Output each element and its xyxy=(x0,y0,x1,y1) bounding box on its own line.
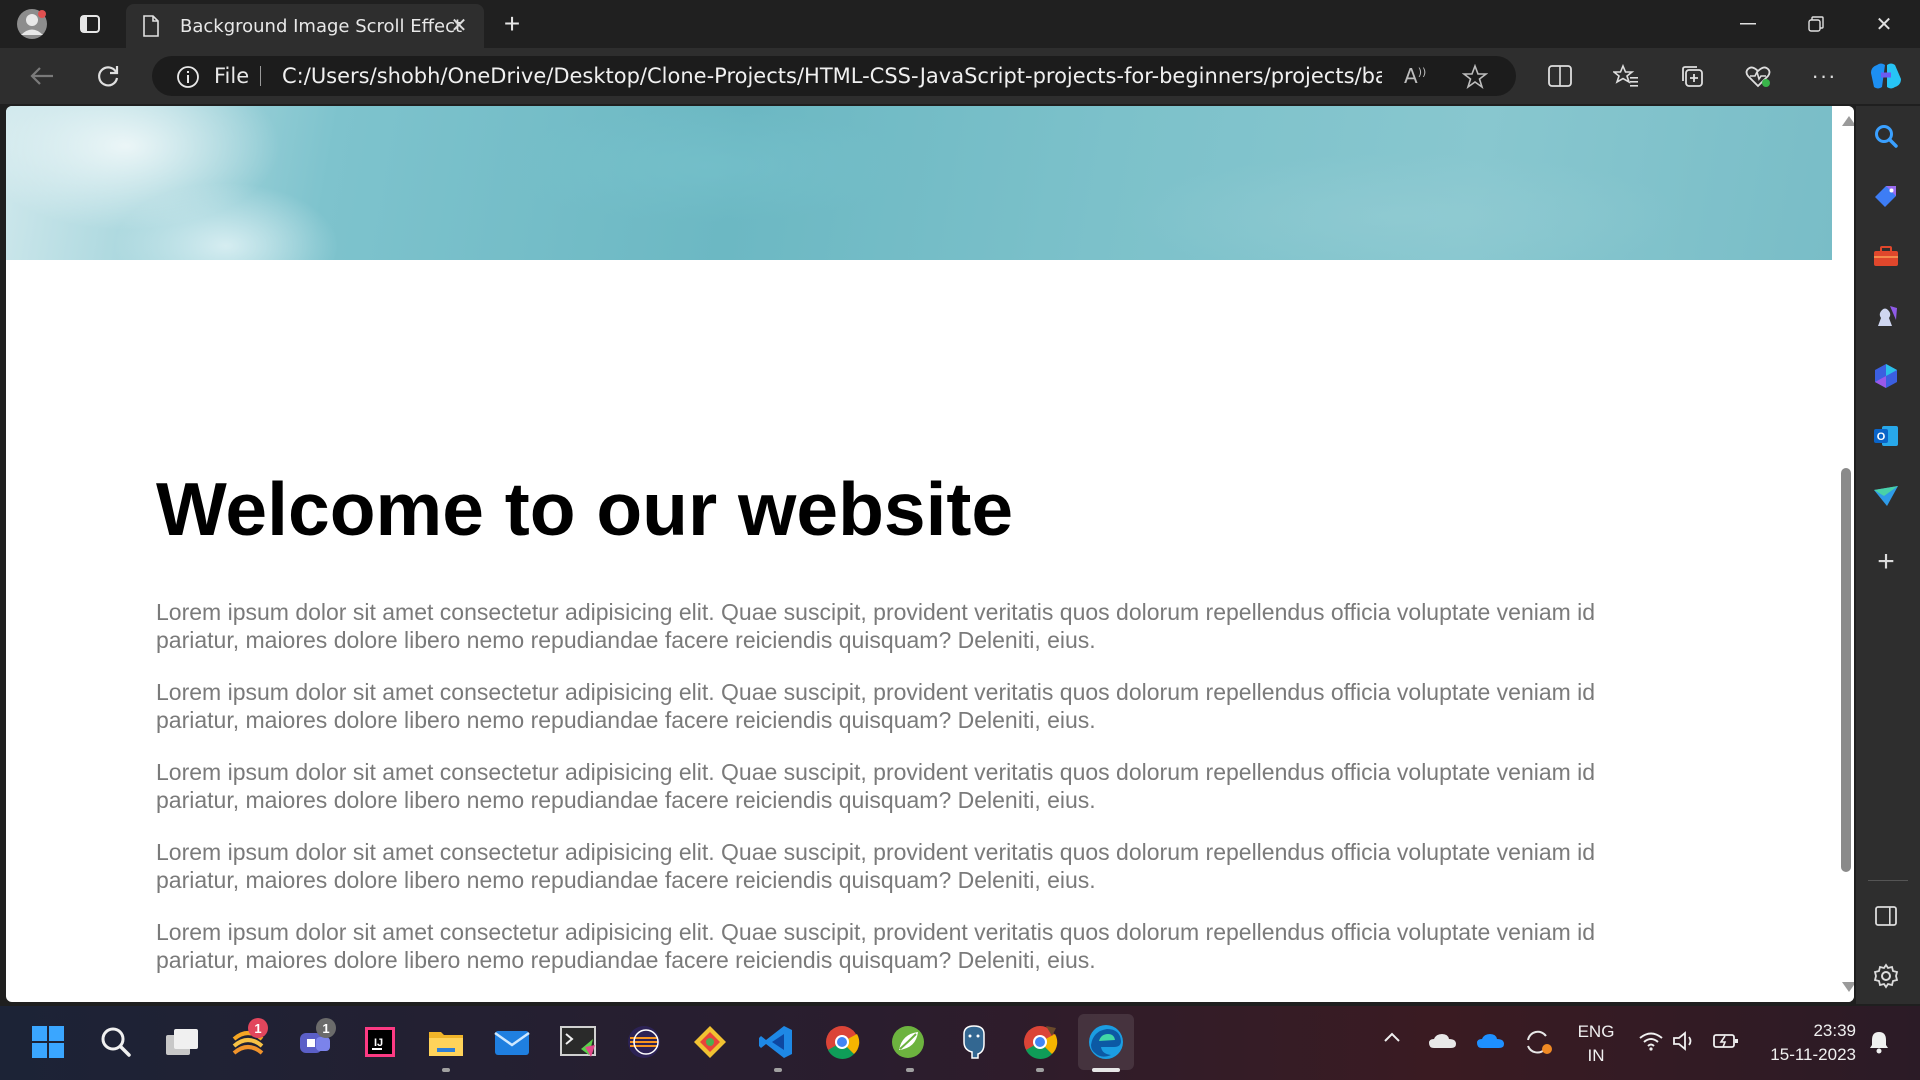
search-icon[interactable] xyxy=(1866,116,1906,156)
spring-tools-icon[interactable] xyxy=(886,1020,930,1064)
wamp-badge: 1 xyxy=(248,1018,268,1038)
language-indicator-line2[interactable]: IN xyxy=(1576,1046,1616,1066)
new-tab-icon[interactable]: + xyxy=(494,6,530,42)
browser-essentials-icon[interactable] xyxy=(1738,56,1778,96)
back-icon[interactable] xyxy=(22,58,62,94)
address-bar[interactable]: File C:/Users/shobh/OneDrive/Desktop/Clo… xyxy=(152,56,1516,96)
edge-icon[interactable] xyxy=(1078,1014,1134,1070)
address-separator xyxy=(260,66,261,86)
paragraph-4: Lorem ipsum dolor sit amet consectetur a… xyxy=(156,839,1596,893)
wifi-icon[interactable] xyxy=(1638,1030,1664,1057)
scroll-down-arrow-icon[interactable] xyxy=(1842,982,1854,992)
paragraph-3: Lorem ipsum dolor sit amet consectetur a… xyxy=(156,759,1596,813)
read-aloud-icon[interactable]: A)) xyxy=(1404,64,1426,88)
task-view-icon[interactable] xyxy=(160,1020,204,1064)
clock-date[interactable]: 15-11-2023 xyxy=(1756,1045,1856,1065)
minimize-icon[interactable] xyxy=(1714,0,1782,48)
more-menu-icon[interactable]: ··· xyxy=(1804,56,1844,96)
favorite-star-icon[interactable] xyxy=(1461,63,1489,95)
hero-background-image xyxy=(6,106,1832,260)
outlook-icon[interactable]: O xyxy=(1866,416,1906,456)
browser-toolbar: File C:/Users/shobh/OneDrive/Desktop/Clo… xyxy=(0,48,1920,104)
toolbox-icon[interactable] xyxy=(1866,236,1906,276)
copilot-sidebar-icon[interactable] xyxy=(1866,356,1906,396)
taskbar-search-icon[interactable] xyxy=(94,1020,138,1064)
file-explorer-running-indicator xyxy=(442,1068,450,1072)
document-icon xyxy=(142,15,160,42)
teams-badge: 1 xyxy=(316,1018,336,1038)
refresh-icon[interactable] xyxy=(88,58,128,94)
svg-text:O: O xyxy=(1877,431,1886,443)
vscode-icon[interactable] xyxy=(754,1020,798,1064)
eclipse-icon[interactable] xyxy=(622,1020,666,1064)
address-url[interactable]: C:/Users/shobh/OneDrive/Desktop/Clone-Pr… xyxy=(282,64,1382,88)
show-hidden-icons-chevron-icon[interactable] xyxy=(1382,1030,1402,1049)
clock-time[interactable]: 23:39 xyxy=(1756,1021,1856,1041)
close-window-icon[interactable]: ✕ xyxy=(1850,0,1918,48)
chrome-canary-icon[interactable] xyxy=(1018,1020,1062,1064)
tab-close-icon[interactable]: ✕ xyxy=(446,12,472,38)
terminal-icon[interactable] xyxy=(556,1020,600,1064)
collections-icon[interactable] xyxy=(1672,56,1712,96)
windows-start-icon[interactable] xyxy=(26,1020,70,1064)
onedrive-business-icon[interactable] xyxy=(1476,1032,1506,1055)
tab-title: Background Image Scroll Effect xyxy=(180,16,463,37)
intellij-icon[interactable]: IJ xyxy=(358,1020,402,1064)
paragraph-1: Lorem ipsum dolor sit amet consectetur a… xyxy=(156,599,1596,653)
mail-icon[interactable] xyxy=(490,1020,534,1064)
favorites-icon[interactable] xyxy=(1606,56,1646,96)
info-icon[interactable] xyxy=(176,65,200,94)
file-explorer-icon[interactable] xyxy=(424,1020,468,1064)
vscode-running-indicator xyxy=(774,1068,782,1072)
scrollbar-thumb[interactable] xyxy=(1841,468,1851,872)
scroll-up-arrow-icon[interactable] xyxy=(1842,116,1854,126)
sidebar-divider xyxy=(1868,880,1908,881)
volume-icon[interactable] xyxy=(1672,1030,1698,1057)
copilot-icon[interactable] xyxy=(1866,56,1906,96)
add-icon[interactable]: + xyxy=(1866,542,1906,582)
browser-title-bar: Background Image Scroll Effect ✕ + ✕ xyxy=(0,0,1920,48)
git-icon[interactable] xyxy=(688,1020,732,1064)
svg-text:IJ: IJ xyxy=(374,1037,383,1049)
send-icon[interactable] xyxy=(1866,476,1906,516)
split-screen-icon[interactable] xyxy=(1540,56,1580,96)
address-scheme-label: File xyxy=(214,64,250,88)
screen: Background Image Scroll Effect ✕ + ✕ Fil… xyxy=(0,0,1920,1080)
postgresql-icon[interactable] xyxy=(952,1020,996,1064)
games-icon[interactable] xyxy=(1866,296,1906,336)
page-viewport[interactable]: Welcome to our website Lorem ipsum dolor… xyxy=(6,106,1854,1002)
panel-icon[interactable] xyxy=(1866,896,1906,936)
page-heading: Welcome to our website xyxy=(156,467,1014,551)
battery-charging-icon[interactable] xyxy=(1712,1030,1740,1057)
spring-tools-running-indicator xyxy=(906,1068,914,1072)
chrome-icon[interactable] xyxy=(820,1020,864,1064)
tab-actions-icon[interactable] xyxy=(72,6,108,42)
language-indicator-line1[interactable]: ENG xyxy=(1576,1022,1616,1042)
paragraph-5: Lorem ipsum dolor sit amet consectetur a… xyxy=(156,919,1596,973)
tab-active[interactable]: Background Image Scroll Effect ✕ xyxy=(126,4,484,48)
onedrive-personal-icon[interactable] xyxy=(1428,1032,1458,1055)
paragraph-2: Lorem ipsum dolor sit amet consectetur a… xyxy=(156,679,1596,733)
settings-icon[interactable] xyxy=(1866,956,1906,996)
tag-icon[interactable] xyxy=(1866,176,1906,216)
profile-avatar-icon[interactable] xyxy=(14,6,50,42)
chrome-canary-running-indicator xyxy=(1036,1068,1044,1072)
edge-active-indicator xyxy=(1092,1068,1120,1072)
sync-update-icon[interactable] xyxy=(1524,1028,1554,1061)
restore-icon[interactable] xyxy=(1782,0,1850,48)
notifications-bell-icon[interactable] xyxy=(1868,1030,1890,1059)
